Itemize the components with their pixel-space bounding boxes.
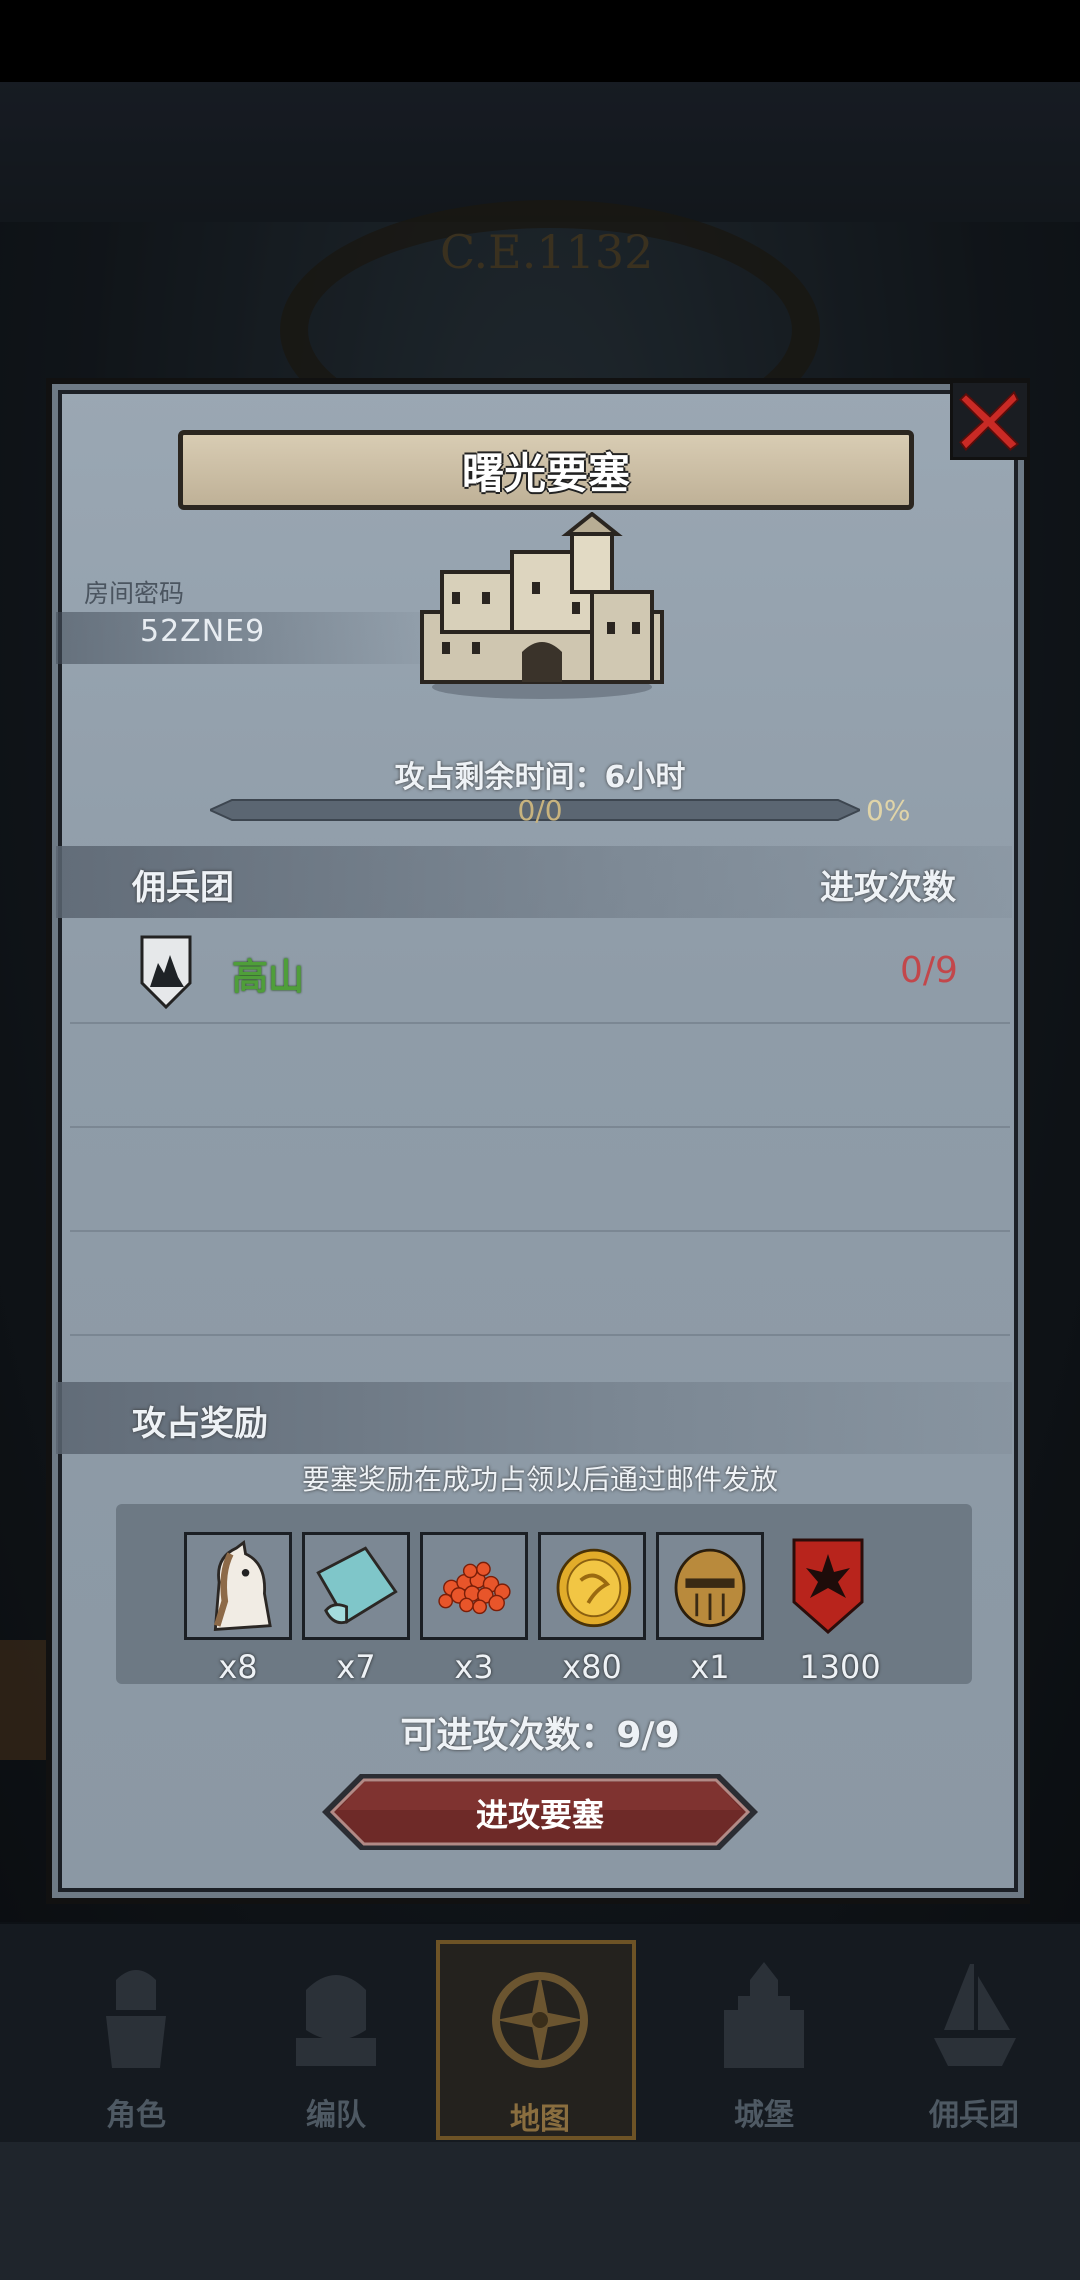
reward-item-horse[interactable] [184,1532,292,1640]
nav-tab-mercenary[interactable]: 佣兵团 [874,1940,1074,2140]
attacks-available: 可进攻次数：9/9 [400,1715,680,1756]
progress-text: 0/0 [517,794,563,827]
col-guild-label: 佣兵团 [132,868,234,908]
reward-item-cloth[interactable] [302,1532,410,1640]
horse-icon [187,1535,289,1637]
capture-timer: 攻占剩余时间：6小时 [394,760,686,795]
nav-label: 城堡 [734,2098,794,2133]
close-button[interactable] [950,380,1030,460]
guild-attack-count: 0/9 [900,950,958,991]
gold-coin-icon [541,1535,643,1637]
top-letterbox [0,0,1080,82]
knight-helmet-icon [659,1535,761,1637]
guild-name: 高山 [232,957,305,998]
reward-qty: x80 [562,1648,622,1686]
reward-qty: x1 [690,1648,730,1686]
rewards-header-label: 攻占奖励 [132,1404,268,1444]
reward-qty: 1300 [799,1648,881,1686]
attack-fortress-label: 进攻要塞 [475,1796,604,1834]
nav-label: 编队 [306,2098,366,2133]
table-row-empty [70,1126,1010,1232]
knight-icon [106,1970,166,2068]
reward-item-gold[interactable] [538,1532,646,1640]
dialog-title-plate: 曙光要塞 [178,430,914,510]
room-password-label: 房间密码 [84,579,185,608]
reward-qty: x7 [336,1648,376,1686]
guild-banner-icon [792,1538,864,1635]
rewards-note: 要塞奖励在成功占领以后通过邮件发放 [301,1463,778,1496]
side-hud-tag [0,1640,50,1760]
roe-icon [423,1535,525,1637]
table-row-empty [70,1230,1010,1336]
reward-item-helmet[interactable] [656,1532,764,1640]
fortress-icon [420,512,664,699]
castle-icon [724,1962,804,2068]
nav-tab-formation[interactable]: 编队 [236,1940,436,2140]
bottom-bar [0,2142,1080,2280]
nav-label: 角色 [106,2098,166,2133]
progress-percent: 0% [866,794,911,827]
ship-icon [934,1964,1016,2066]
reward-item-roe[interactable] [420,1532,528,1640]
nav-tab-character[interactable]: 角色 [36,1940,236,2140]
reward-item-contribution[interactable] [774,1532,882,1640]
close-icon [953,383,1027,457]
nav-tab-castle[interactable]: 城堡 [664,1940,864,2140]
nav-tab-map[interactable]: 地图 [436,1940,636,2140]
attack-fortress-button[interactable]: 进攻要塞 [322,1770,758,1854]
nav-label: 佣兵团 [929,2098,1019,2133]
table-row-empty [70,1022,1010,1128]
guild-shield-icon [140,935,192,1009]
nav-label: 地图 [510,2102,570,2137]
reward-qty: x8 [218,1648,258,1686]
compass-icon [492,1972,588,2068]
cloth-icon [305,1535,407,1637]
room-password-value: 52ZNE9 [140,614,266,649]
col-attacks-label: 进攻次数 [820,868,956,908]
dialog-title: 曙光要塞 [461,448,630,498]
formation-icon [296,1975,376,2066]
reward-qty: x3 [454,1648,494,1686]
table-row [70,918,1010,1024]
